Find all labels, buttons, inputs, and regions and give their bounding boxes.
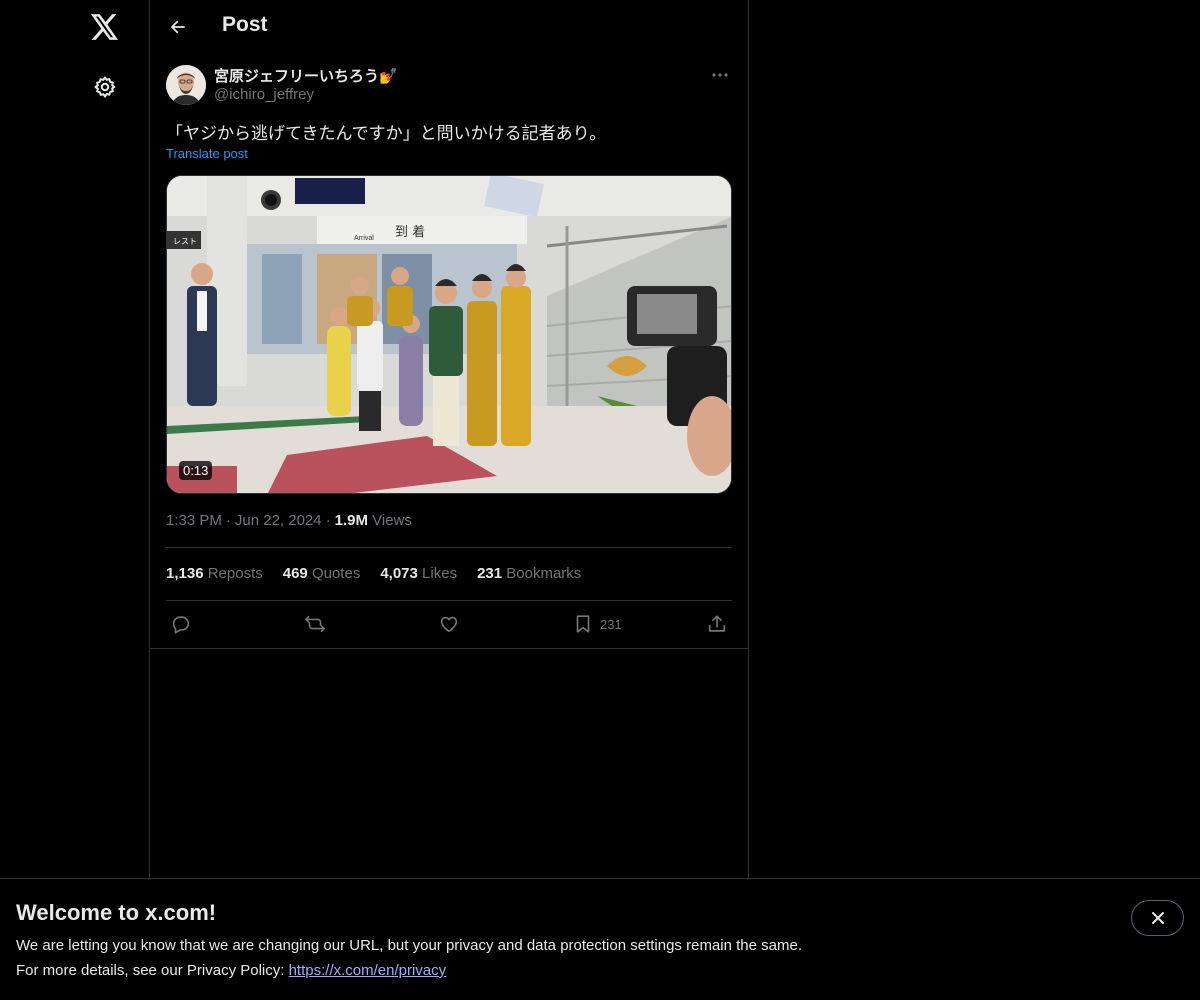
- main-column: Post 宮原ジェフリーいちろう💅 @ichiro_jeffrey 「ヤジから逃…: [150, 0, 749, 1000]
- share-icon: [708, 615, 726, 632]
- translate-post-link[interactable]: Translate post: [166, 146, 248, 161]
- quotes-stat[interactable]: 469 Quotes: [283, 565, 361, 582]
- video-duration: 0:13: [179, 461, 213, 480]
- share-button[interactable]: [706, 611, 728, 637]
- banner-details: For more details, see our Privacy Policy…: [16, 962, 447, 979]
- post-time[interactable]: 1:33 PM: [166, 512, 222, 529]
- more-options-button[interactable]: [708, 64, 732, 86]
- arrival-sign-jp: 到 着: [395, 224, 425, 240]
- banner-title: Welcome to x.com!: [16, 900, 217, 925]
- post-actions: 231: [166, 611, 732, 639]
- heart-icon: [440, 616, 458, 633]
- more-icon: [712, 73, 728, 77]
- arrival-sign-en: Arrival: [354, 235, 374, 242]
- likes-stat[interactable]: 4,073 Likes: [380, 565, 457, 582]
- page-title: Post: [222, 13, 268, 36]
- reposts-stat[interactable]: 1,136 Reposts: [166, 565, 263, 582]
- left-navigation: [0, 0, 150, 1000]
- restaurant-sign: レスト: [173, 237, 197, 246]
- arrow-left-icon: [171, 20, 185, 34]
- repost-icon: [305, 615, 325, 633]
- divider: [150, 648, 748, 649]
- video-thumbnail: Arrival 到 着 レスト: [167, 176, 731, 493]
- x-logo-icon[interactable]: [88, 10, 122, 44]
- reply-button[interactable]: [170, 611, 192, 637]
- post-author: 宮原ジェフリーいちろう💅 @ichiro_jeffrey: [166, 64, 732, 108]
- bookmark-button[interactable]: 231: [572, 611, 622, 637]
- bookmark-count: 231: [600, 616, 622, 632]
- like-button[interactable]: [438, 611, 460, 637]
- page-header: Post: [150, 0, 748, 54]
- banner-close-button[interactable]: [1131, 900, 1184, 936]
- welcome-banner: Welcome to x.com! We are letting you kno…: [0, 878, 1200, 1000]
- views-count: 1.9M: [334, 512, 368, 529]
- author-name[interactable]: 宮原ジェフリーいちろう💅: [214, 65, 398, 86]
- banner-message: We are letting you know that we are chan…: [16, 937, 802, 954]
- post-metadata: 1:33 PM · Jun 22, 2024 · 1.9M Views: [166, 512, 412, 529]
- author-badge: 💅: [379, 67, 398, 85]
- post-date[interactable]: Jun 22, 2024: [235, 512, 322, 529]
- back-button[interactable]: [162, 11, 194, 43]
- author-handle[interactable]: @ichiro_jeffrey: [214, 86, 314, 103]
- post-video[interactable]: Arrival 到 着 レスト 0:13: [166, 175, 732, 494]
- divider: [166, 600, 732, 601]
- close-icon: [1151, 912, 1164, 924]
- repost-button[interactable]: [304, 611, 326, 637]
- post-stats: 1,136 Reposts 469 Quotes 4,073 Likes 231…: [166, 565, 581, 582]
- bookmark-icon: [576, 615, 590, 633]
- divider: [166, 547, 732, 548]
- bookmarks-stat[interactable]: 231 Bookmarks: [477, 565, 581, 582]
- post-text: 「ヤジから逃げてきたんですか」と問いかける記者あり。: [166, 124, 607, 144]
- privacy-policy-link[interactable]: https://x.com/en/privacy: [289, 962, 447, 979]
- avatar[interactable]: [166, 65, 206, 105]
- reply-icon: [172, 616, 190, 634]
- views-label: Views: [372, 512, 412, 529]
- gear-icon[interactable]: [89, 71, 121, 103]
